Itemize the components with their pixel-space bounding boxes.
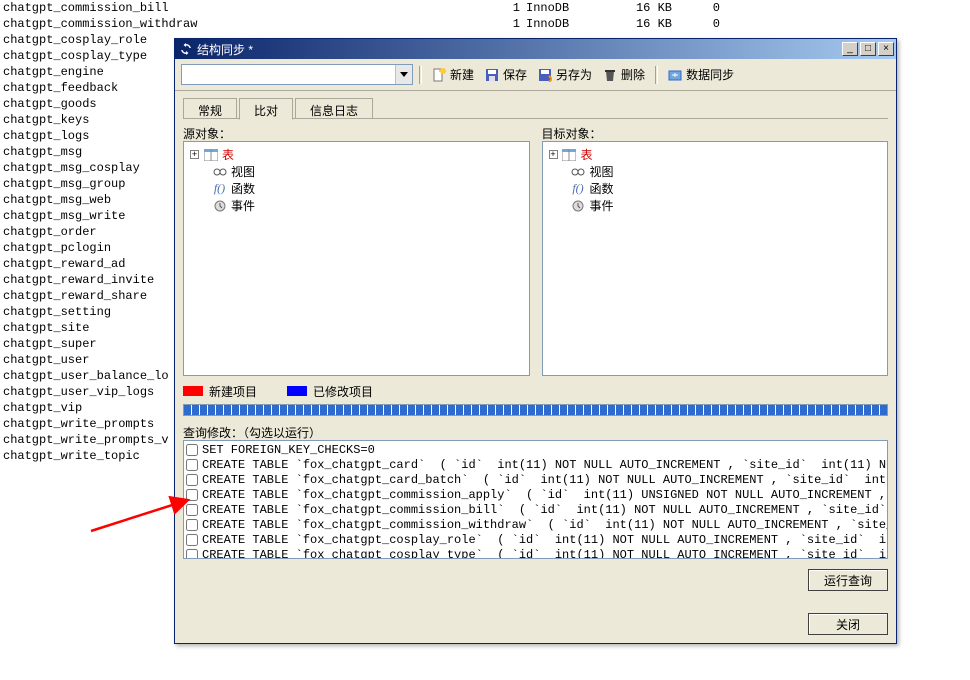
table-icon (203, 147, 218, 162)
views-icon (212, 164, 227, 179)
function-icon: f() (571, 181, 586, 196)
tabs: 常规 比对 信息日志 (183, 97, 888, 119)
query-row[interactable]: CREATE TABLE `fox_chatgpt_commission_bil… (186, 502, 885, 517)
query-checkbox[interactable] (186, 474, 198, 486)
target-objects-label: 目标对象： (542, 125, 889, 141)
maximize-button[interactable]: □ (860, 42, 876, 56)
save-as-button[interactable]: 另存为 (533, 64, 596, 86)
tree-node-tables[interactable]: + 表 (549, 146, 882, 163)
query-row[interactable]: CREATE TABLE `fox_chatgpt_cosplay_role` … (186, 532, 885, 547)
new-button[interactable]: 新建 (427, 64, 478, 86)
query-row[interactable]: CREATE TABLE `fox_chatgpt_card` ( `id` i… (186, 457, 885, 472)
expand-icon[interactable]: + (190, 150, 199, 159)
delete-button[interactable]: 删除 (598, 64, 649, 86)
source-tree[interactable]: + 表 视图 f() 函数 (183, 141, 530, 376)
table-icon (562, 147, 577, 162)
tree-node-views[interactable]: 视图 (190, 163, 523, 180)
dialog-title: 结构同步 * (197, 41, 253, 58)
query-row[interactable]: CREATE TABLE `fox_chatgpt_card_batch` ( … (186, 472, 885, 487)
legend: 新建项目 已修改项目 (183, 382, 888, 400)
query-changes-label: 查询修改：（勾选以运行） (183, 424, 888, 440)
expand-icon[interactable]: + (549, 150, 558, 159)
legend-modified-swatch (287, 386, 307, 396)
save-button[interactable]: 保存 (480, 64, 531, 86)
query-checkbox[interactable] (186, 534, 198, 546)
query-checkbox[interactable] (186, 549, 198, 559)
tree-node-events[interactable]: 事件 (190, 197, 523, 214)
run-query-button[interactable]: 运行查询 (808, 569, 888, 591)
query-row[interactable]: CREATE TABLE `fox_chatgpt_commission_app… (186, 487, 885, 502)
structure-sync-dialog: 结构同步 * _ □ × 新建 保存 另存为 (174, 38, 897, 644)
profile-combo[interactable] (181, 64, 413, 85)
target-tree[interactable]: + 表 视图 f() 函数 (542, 141, 889, 376)
event-icon (571, 198, 586, 213)
tree-node-events[interactable]: 事件 (549, 197, 882, 214)
query-row[interactable]: CREATE TABLE `fox_chatgpt_cosplay_type` … (186, 547, 885, 559)
chevron-down-icon[interactable] (395, 65, 412, 84)
tree-node-tables[interactable]: + 表 (190, 146, 523, 163)
tree-node-functions[interactable]: f() 函数 (190, 180, 523, 197)
progress-bar (183, 404, 888, 416)
query-checkbox[interactable] (186, 444, 198, 456)
save-icon (484, 67, 500, 83)
trash-icon (602, 67, 618, 83)
event-icon (212, 198, 227, 213)
function-icon: f() (212, 181, 227, 196)
query-checkbox[interactable] (186, 459, 198, 471)
tab-general[interactable]: 常规 (183, 98, 237, 118)
data-sync-icon (667, 67, 683, 83)
query-list[interactable]: SET FOREIGN_KEY_CHECKS=0CREATE TABLE `fo… (183, 440, 888, 559)
new-file-icon (431, 67, 447, 83)
tab-compare[interactable]: 比对 (239, 98, 293, 120)
views-icon (571, 164, 586, 179)
minimize-button[interactable]: _ (842, 42, 858, 56)
save-as-icon (537, 67, 553, 83)
query-row[interactable]: CREATE TABLE `fox_chatgpt_commission_wit… (186, 517, 885, 532)
dialog-toolbar: 新建 保存 另存为 删除 数据同步 (175, 59, 896, 91)
query-row[interactable]: SET FOREIGN_KEY_CHECKS=0 (186, 442, 885, 457)
table-row[interactable]: chatgpt_commission_withdraw 1 InnoDB 16 … (0, 16, 970, 32)
tree-node-views[interactable]: 视图 (549, 163, 882, 180)
table-row[interactable]: chatgpt_commission_bill 1 InnoDB 16 KB 0 (0, 0, 970, 16)
sync-icon (179, 42, 193, 56)
tab-log[interactable]: 信息日志 (295, 98, 373, 118)
dialog-titlebar[interactable]: 结构同步 * _ □ × (175, 39, 896, 59)
close-button[interactable]: × (878, 42, 894, 56)
data-sync-button[interactable]: 数据同步 (663, 64, 738, 86)
annotation-arrow (88, 494, 198, 534)
legend-new-swatch (183, 386, 203, 396)
tree-node-functions[interactable]: f() 函数 (549, 180, 882, 197)
source-objects-label: 源对象： (183, 125, 530, 141)
close-dialog-button[interactable]: 关闭 (808, 613, 888, 635)
